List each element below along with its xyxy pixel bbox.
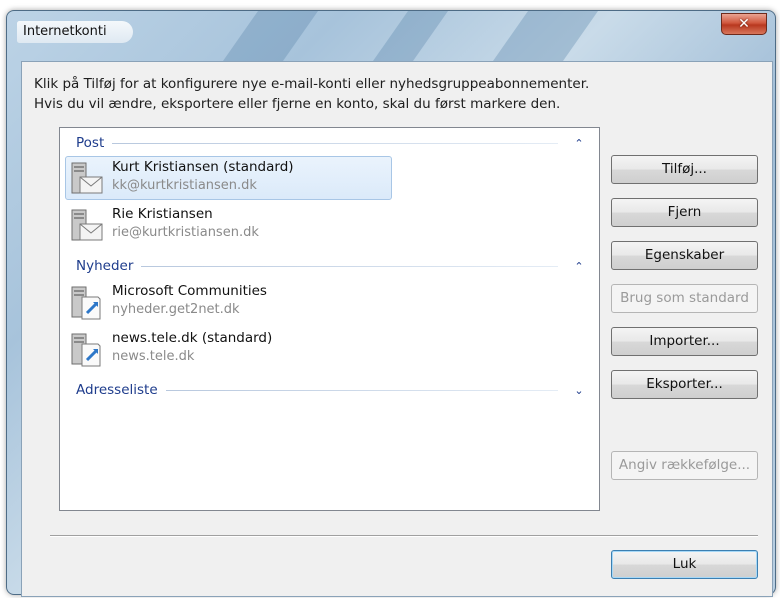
group-header-news[interactable]: Nyheder ⌃ [76,256,586,276]
close-button[interactable]: Luk [611,550,758,579]
chevron-up-icon[interactable]: ⌃ [572,137,586,150]
account-name: Kurt Kristiansen (standard) [112,159,294,175]
account-address: kk@kurtkristiansen.dk [112,178,257,193]
account-address: rie@kurtkristiansen.dk [112,225,259,240]
window-title: Internetkonti [17,21,133,43]
instructions-line-2: Hvis du vil ændre, eksportere eller fjer… [34,96,561,112]
set-default-button[interactable]: Brug som standard [611,284,758,313]
close-icon: ✕ [738,16,750,32]
group-title-news: Nyheder [76,258,134,274]
group-divider [112,142,558,144]
set-order-button[interactable]: Angiv rækkefølge... [611,451,758,480]
chevron-down-icon[interactable]: ⌄ [572,384,586,397]
group-title-directory: Adresseliste [76,382,158,398]
account-item-kurt[interactable]: Kurt Kristiansen (standard) kk@kurtkrist… [65,156,392,200]
properties-button[interactable]: Egenskaber [611,241,758,270]
close-window-button[interactable]: ✕ [721,13,767,35]
export-button[interactable]: Eksporter... [611,370,758,399]
mail-account-icon [71,209,103,241]
account-address: news.tele.dk [112,349,195,364]
remove-button[interactable]: Fjern [611,198,758,227]
group-header-post[interactable]: Post ⌃ [76,133,586,153]
footer-divider [50,535,758,537]
instructions-line-1: Klik på Tilføj for at konfigurere nye e-… [34,76,590,92]
account-item-microsoft-communities[interactable]: Microsoft Communities nyheder.get2net.dk [65,280,392,324]
account-address: nyheder.get2net.dk [112,302,240,317]
news-server-icon [71,286,101,320]
dialog-client-area: Klik på Tilføj for at konfigurere nye e-… [21,61,773,597]
account-name: Rie Kristiansen [112,206,213,222]
account-name: news.tele.dk (standard) [112,330,273,346]
import-button[interactable]: Importer... [611,327,758,356]
instructions-text: Klik på Tilføj for at konfigurere nye e-… [34,74,754,114]
dialog-window: Internetkonti ✕ Klik på Tilføj for at ko… [6,10,776,597]
account-item-rie[interactable]: Rie Kristiansen rie@kurtkristiansen.dk [65,203,392,247]
group-title-post: Post [76,135,105,151]
account-name: Microsoft Communities [112,283,267,299]
group-divider [141,265,558,267]
chevron-up-icon[interactable]: ⌃ [572,260,586,273]
add-button[interactable]: Tilføj... [611,155,758,184]
accounts-list[interactable]: Post ⌃ Kurt Kristiansen (standard) kk@ku… [59,127,600,511]
group-divider [165,389,558,391]
account-item-news-tele[interactable]: news.tele.dk (standard) news.tele.dk [65,327,392,371]
mail-account-icon [71,162,103,194]
group-header-directory[interactable]: Adresseliste ⌄ [76,380,586,400]
news-server-icon [71,333,101,367]
